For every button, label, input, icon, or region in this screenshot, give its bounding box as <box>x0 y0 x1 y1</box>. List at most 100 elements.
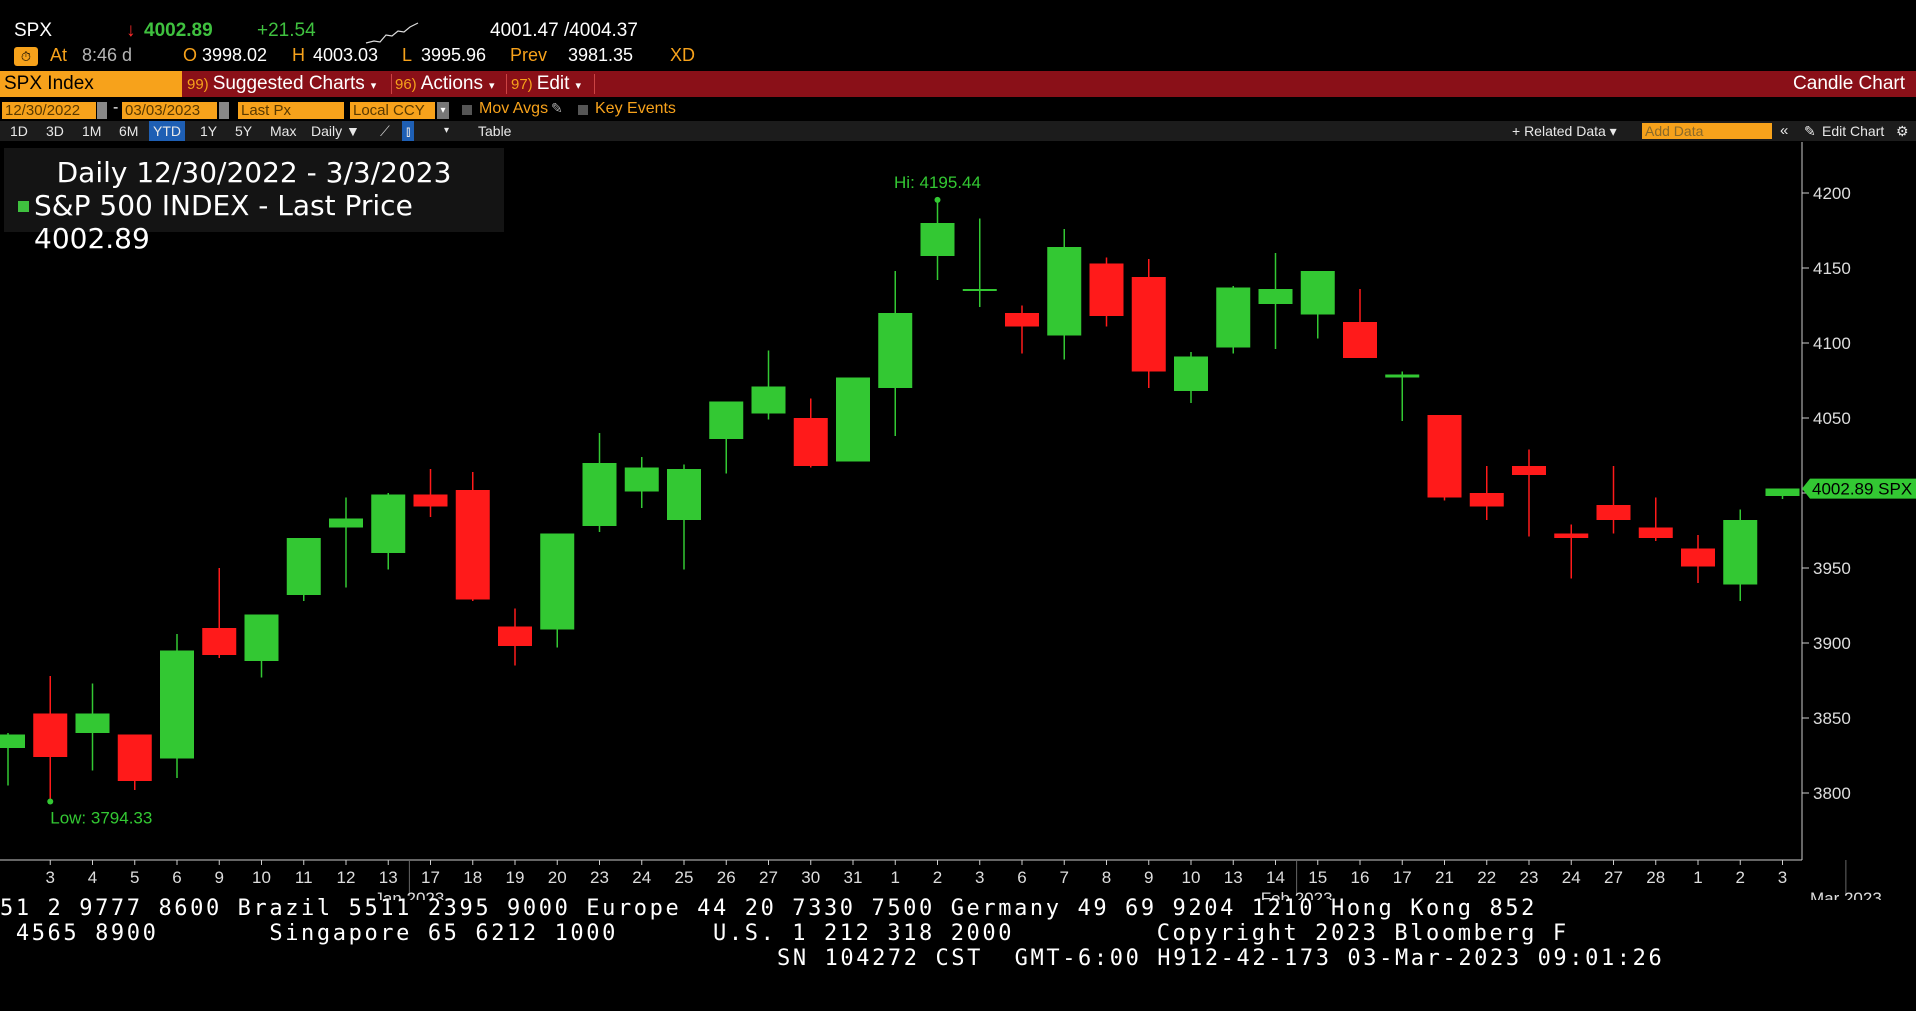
currency-select[interactable]: Local CCY <box>350 102 435 119</box>
menu-bar: SPX Index 99) Suggested Charts ▾ 96) Action… <box>0 71 1916 97</box>
calendar-icon[interactable] <box>219 102 229 119</box>
x-tick-label: 9 <box>1144 868 1153 887</box>
x-tick-label: 24 <box>632 868 651 887</box>
candle-body <box>1174 356 1208 391</box>
last-price: 4002.89 <box>144 20 213 41</box>
collapse-icon[interactable]: « <box>1780 121 1788 141</box>
candle-body <box>709 401 744 439</box>
candle-body <box>117 734 152 781</box>
security-field[interactable]: SPX Index <box>0 71 182 97</box>
menu-divider <box>594 74 595 94</box>
candle-body <box>75 713 110 733</box>
chevron-down-icon: ▾ <box>489 80 495 92</box>
clock-icon: ⏱ <box>14 47 38 66</box>
start-date-field[interactable]: 12/30/2022 <box>2 102 96 119</box>
end-date-field[interactable]: 03/03/2023 <box>122 102 217 119</box>
x-tick-label: 12 <box>337 868 356 887</box>
period-bar: 1D 3D 1M 6M YTD 1Y 5Y Max Daily ▼ ⟋ ⫾ ▾ … <box>0 121 1916 141</box>
mov-avgs-label[interactable]: Mov Avgs <box>479 100 548 118</box>
frequency-select[interactable]: Daily ▼ <box>311 121 360 141</box>
ex-dividend-flag: XD <box>670 45 696 65</box>
line-chart-icon[interactable]: ⟋ <box>380 121 390 141</box>
period-3d[interactable]: 3D <box>46 121 64 141</box>
candle-body <box>624 467 659 492</box>
legend-series-value: 4002.89 <box>34 222 150 255</box>
x-tick-label: 25 <box>675 868 694 887</box>
suggested-charts-menu[interactable]: 99) Suggested Charts ▾ <box>187 71 376 97</box>
x-tick-label: 3 <box>975 868 984 887</box>
price-field-select[interactable]: Last Px <box>238 102 344 119</box>
edit-number: 97) <box>511 76 533 93</box>
period-max[interactable]: Max <box>270 121 296 141</box>
candle-body <box>1047 247 1082 336</box>
x-tick-label: 18 <box>463 868 482 887</box>
open-value: 3998.02 <box>202 45 268 65</box>
chevron-down-icon[interactable]: ▾ <box>437 102 449 119</box>
x-tick-label: 23 <box>1520 868 1539 887</box>
candle-body <box>371 494 406 553</box>
suggested-charts-label: Suggested Charts <box>212 73 365 94</box>
x-tick-label: 14 <box>1266 868 1285 887</box>
candle-body <box>1681 548 1715 567</box>
pencil-icon[interactable]: ✎ <box>551 100 563 117</box>
ticker: SPX <box>14 20 53 41</box>
x-tick-label: 5 <box>130 868 139 887</box>
x-tick-label: 3 <box>46 868 55 887</box>
candle-body <box>33 713 68 757</box>
x-tick-label: 26 <box>717 868 736 887</box>
high-label: Hi: 4195.44 <box>894 173 981 192</box>
x-tick-label: 2 <box>933 868 942 887</box>
actions-label: Actions <box>420 73 483 94</box>
chevron-down-icon: ▾ <box>370 80 377 92</box>
y-tick-label: 4150 <box>1813 259 1851 278</box>
related-data-menu[interactable]: + Related Data ▾ <box>1512 121 1617 141</box>
candle-body <box>413 494 448 507</box>
period-1y[interactable]: 1Y <box>200 121 217 141</box>
x-tick-label: 31 <box>844 868 863 887</box>
x-tick-label: 10 <box>1182 868 1201 887</box>
sparkline-icon <box>365 22 419 44</box>
candle-body <box>1723 520 1758 585</box>
at-label: At <box>50 45 68 65</box>
candle-chart-icon[interactable]: ⫾ <box>402 121 415 141</box>
period-5y[interactable]: 5Y <box>235 121 252 141</box>
prev-value: 3981.35 <box>568 45 634 65</box>
calendar-icon[interactable] <box>97 102 107 119</box>
legend-series: S&P 500 INDEX - Last Price 4002.89 <box>34 189 504 255</box>
candle-chart[interactable]: Hi: 4195.44 Low: 3794.33 3800 3850 3900 3950… <box>0 142 1916 900</box>
x-tick-label: 1 <box>1693 868 1702 887</box>
x-tick-label: 13 <box>1224 868 1243 887</box>
last-price-tag-label: 4002.89 SPX <box>1812 480 1912 499</box>
chart-type-label: Candle Chart <box>1793 73 1905 94</box>
actions-number: 96) <box>395 76 417 93</box>
chevron-down-icon: ▾ <box>575 80 581 92</box>
edit-menu[interactable]: 97) Edit ▾ <box>511 71 581 97</box>
key-events-label[interactable]: Key Events <box>595 100 676 118</box>
table-button[interactable]: Table <box>478 121 511 141</box>
key-events-checkbox[interactable] <box>578 105 588 115</box>
candle-body <box>160 650 194 759</box>
actions-menu[interactable]: 96) Actions ▾ <box>395 71 495 97</box>
x-tick-label: 4 <box>88 868 97 887</box>
candle-body <box>751 386 786 414</box>
x-tick-label: 6 <box>1017 868 1026 887</box>
period-1d[interactable]: 1D <box>10 121 28 141</box>
x-tick-label: 28 <box>1646 868 1665 887</box>
legend-title: Daily 12/30/2022 - 3/3/2023 <box>56 156 452 189</box>
edit-chart-button[interactable]: Edit Chart <box>1822 121 1884 141</box>
period-1m[interactable]: 1M <box>82 121 101 141</box>
x-tick-label: 17 <box>1393 868 1412 887</box>
period-ytd[interactable]: YTD <box>149 121 185 141</box>
period-6m[interactable]: 6M <box>119 121 138 141</box>
add-data-input[interactable]: Add Data <box>1642 123 1772 139</box>
chevron-down-icon[interactable]: ▾ <box>444 121 449 141</box>
x-tick-label: 15 <box>1308 868 1327 887</box>
mov-avgs-checkbox[interactable] <box>462 105 472 115</box>
candle-body <box>582 463 617 526</box>
date-dash: - <box>113 99 119 116</box>
low-label: Low: 3794.33 <box>50 809 152 828</box>
x-tick-label: 22 <box>1477 868 1496 887</box>
y-tick-label: 3850 <box>1813 709 1851 728</box>
gear-icon[interactable]: ⚙ <box>1896 121 1909 141</box>
high-value: 4003.03 <box>313 45 379 65</box>
